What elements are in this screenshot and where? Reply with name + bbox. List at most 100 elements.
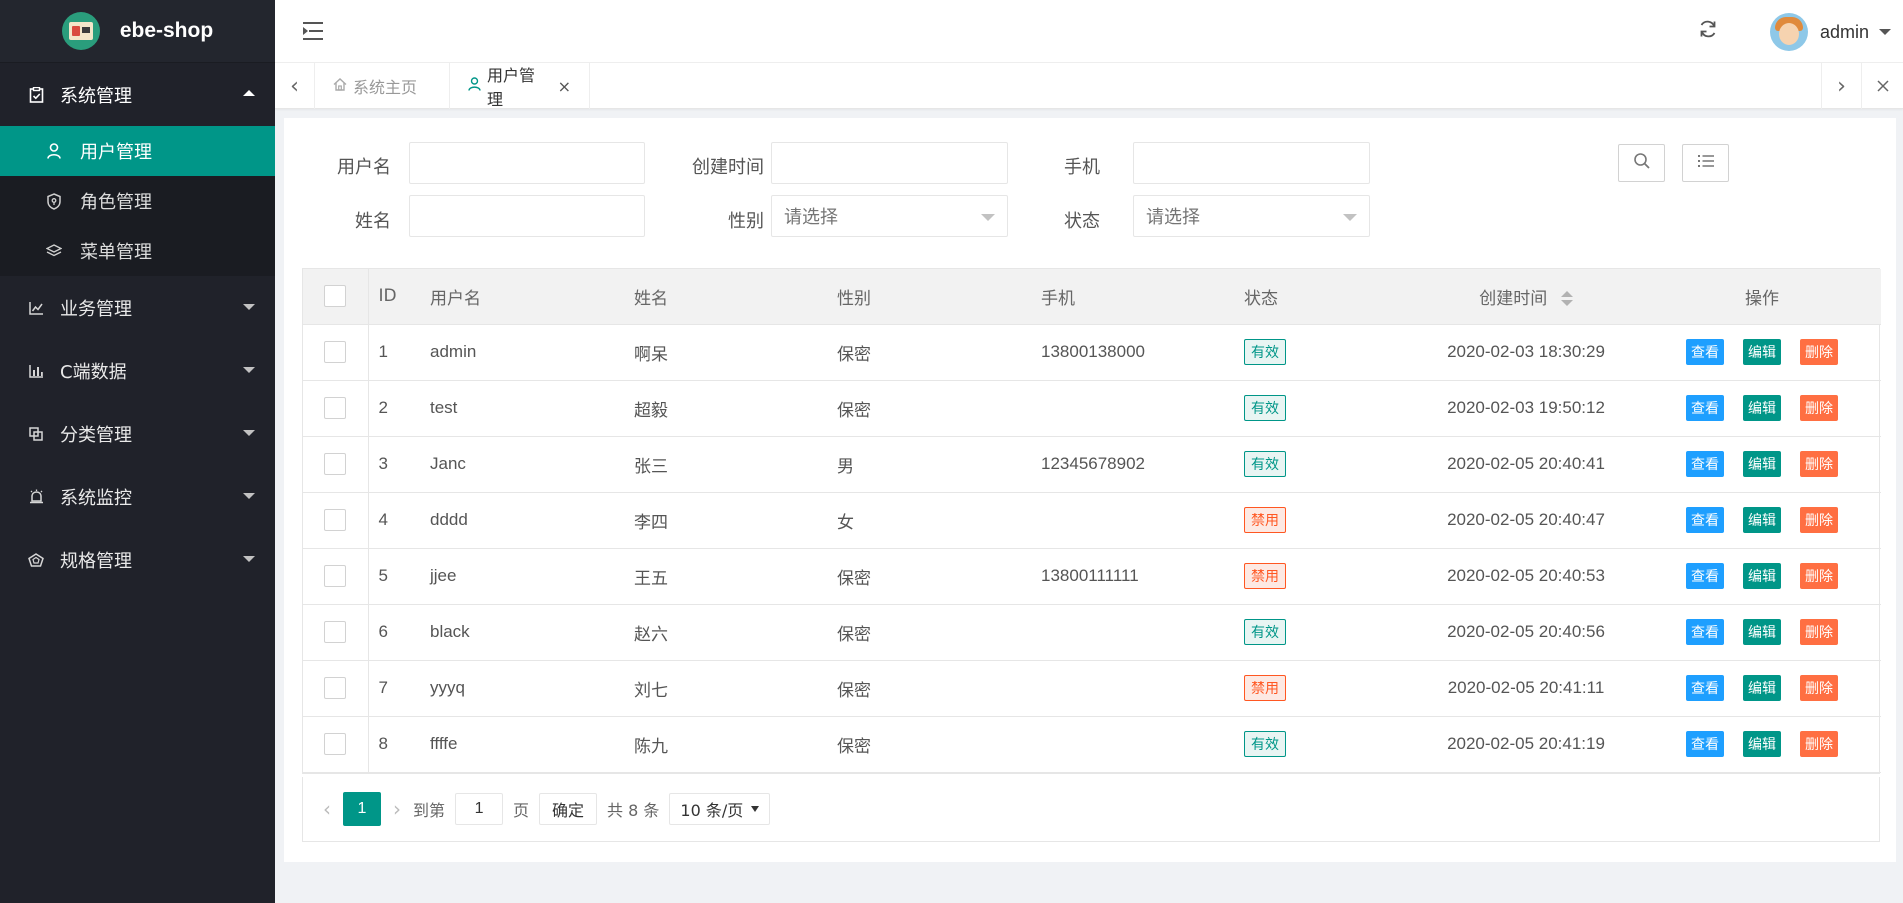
edit-button[interactable]: 编辑 (1743, 731, 1781, 757)
gender-select[interactable]: 请选择 (771, 195, 1008, 237)
user-menu[interactable]: admin (1769, 12, 1891, 52)
edit-button[interactable]: 编辑 (1743, 507, 1781, 533)
cell-username: admin (420, 324, 624, 381)
select-all-checkbox[interactable] (324, 285, 347, 308)
edit-button[interactable]: 编辑 (1743, 339, 1781, 365)
row-checkbox[interactable] (324, 509, 347, 531)
sidebar-item-spec[interactable]: 规格管理 (0, 528, 275, 591)
view-button[interactable]: 查看 (1686, 619, 1724, 645)
col-header-created-label: 创建时间 (1479, 288, 1548, 309)
col-header-created[interactable]: 创建时间 (1409, 269, 1643, 325)
chevron-down-icon (981, 214, 995, 221)
cell-id: 1 (368, 324, 420, 381)
col-header-username[interactable]: 用户名 (420, 269, 624, 325)
row-checkbox[interactable] (324, 733, 347, 755)
row-checkbox[interactable] (324, 341, 347, 363)
status-badge: 禁用 (1244, 675, 1286, 701)
tab-home[interactable]: 系统主页 (315, 63, 450, 109)
sidebar-item-label: 分类管理 (60, 424, 132, 446)
col-header-id[interactable]: ID (368, 269, 420, 325)
logo[interactable]: ebe-shop (0, 0, 275, 63)
delete-button[interactable]: 删除 (1800, 675, 1838, 701)
sidebar-item-monitor[interactable]: 系统监控 (0, 465, 275, 528)
chevron-down-icon (243, 430, 255, 436)
sidebar-item-menus[interactable]: 菜单管理 (0, 226, 275, 276)
view-button[interactable]: 查看 (1686, 339, 1724, 365)
close-icon[interactable]: × (558, 77, 571, 96)
edit-button[interactable]: 编辑 (1743, 675, 1781, 701)
status-badge: 有效 (1244, 619, 1286, 645)
sidebar-item-roles[interactable]: 角色管理 (0, 176, 275, 226)
sidebar-item-cdata[interactable]: C端数据 (0, 339, 275, 402)
cell-created: 2020-02-05 20:40:47 (1409, 492, 1643, 549)
view-button[interactable]: 查看 (1686, 731, 1724, 757)
row-checkbox[interactable] (324, 453, 347, 475)
status-select[interactable]: 请选择 (1133, 195, 1370, 237)
edit-button[interactable]: 编辑 (1743, 563, 1781, 589)
cell-phone (1031, 492, 1234, 549)
row-checkbox[interactable] (324, 565, 347, 587)
chart-icon (28, 300, 44, 316)
goto-confirm-button[interactable]: 确定 (539, 793, 598, 825)
cell-created: 2020-02-05 20:40:53 (1409, 548, 1643, 605)
sort-icon[interactable] (1560, 291, 1573, 307)
cell-created: 2020-02-05 20:41:11 (1409, 660, 1643, 717)
edit-button[interactable]: 编辑 (1743, 395, 1781, 421)
current-page[interactable]: 1 (343, 792, 381, 826)
sidebar-item-business[interactable]: 业务管理 (0, 276, 275, 339)
view-button[interactable]: 查看 (1686, 675, 1724, 701)
search-button[interactable] (1618, 144, 1665, 182)
created-time-input[interactable] (771, 142, 1008, 184)
sidebar-item-system[interactable]: 系统管理 (0, 63, 275, 126)
view-button[interactable]: 查看 (1686, 451, 1724, 477)
delete-button[interactable]: 删除 (1800, 451, 1838, 477)
tab-scroll-left-icon[interactable]: ‹ (275, 63, 315, 109)
menu-toggle-icon[interactable] (303, 22, 323, 40)
cell-id: 8 (368, 716, 420, 773)
goto-page-input[interactable] (455, 793, 504, 825)
col-header-status[interactable]: 状态 (1234, 269, 1409, 325)
col-header-gender[interactable]: 性别 (827, 269, 1031, 325)
cell-created: 2020-02-05 20:40:56 (1409, 604, 1643, 661)
cell-username: black (420, 604, 624, 661)
refresh-icon[interactable] (1697, 19, 1719, 41)
cell-created: 2020-02-03 19:50:12 (1409, 380, 1643, 437)
status-select-value: 请选择 (1146, 207, 1200, 228)
row-checkbox[interactable] (324, 677, 347, 699)
row-checkbox[interactable] (324, 397, 347, 419)
phone-input[interactable] (1133, 142, 1370, 184)
col-header-name[interactable]: 姓名 (624, 269, 827, 325)
prev-page-icon[interactable]: ‹ (323, 797, 331, 821)
tab-scroll-right-icon[interactable]: › (1821, 63, 1861, 109)
phone-label: 手机 (1064, 157, 1100, 178)
username-input[interactable] (409, 142, 645, 184)
sidebar-item-users[interactable]: 用户管理 (0, 126, 275, 176)
name-input[interactable] (409, 195, 645, 237)
delete-button[interactable]: 删除 (1800, 731, 1838, 757)
sidebar: ebe-shop 系统管理 用户管理 角色管理 菜单管理 业务管理 C端数据 分… (0, 0, 275, 903)
edit-button[interactable]: 编辑 (1743, 451, 1781, 477)
view-button[interactable]: 查看 (1686, 563, 1724, 589)
delete-button[interactable]: 删除 (1800, 619, 1838, 645)
delete-button[interactable]: 删除 (1800, 339, 1838, 365)
delete-button[interactable]: 删除 (1800, 563, 1838, 589)
page-size-select[interactable]: 10 条/页 (669, 793, 771, 825)
search-icon (1633, 152, 1651, 175)
view-button[interactable]: 查看 (1686, 507, 1724, 533)
tab-users[interactable]: 用户管理 × (450, 63, 590, 109)
next-page-icon[interactable]: › (393, 797, 401, 821)
row-checkbox[interactable] (324, 621, 347, 643)
edit-button[interactable]: 编辑 (1743, 619, 1781, 645)
close-all-icon[interactable] (1861, 63, 1903, 109)
gem-icon (28, 552, 44, 568)
sidebar-item-category[interactable]: 分类管理 (0, 402, 275, 465)
view-button[interactable]: 查看 (1686, 395, 1724, 421)
table-row: 7 yyyq 刘七 保密 禁用 2020-02-05 20:41:11 查看 编辑 删除 (303, 660, 1881, 717)
cell-actions: 查看 编辑 删除 (1643, 660, 1881, 717)
cell-actions: 查看 编辑 删除 (1643, 548, 1881, 605)
col-header-phone[interactable]: 手机 (1031, 269, 1234, 325)
list-view-button[interactable] (1682, 144, 1729, 182)
delete-button[interactable]: 删除 (1800, 507, 1838, 533)
cell-id: 6 (368, 604, 420, 661)
delete-button[interactable]: 删除 (1800, 395, 1838, 421)
